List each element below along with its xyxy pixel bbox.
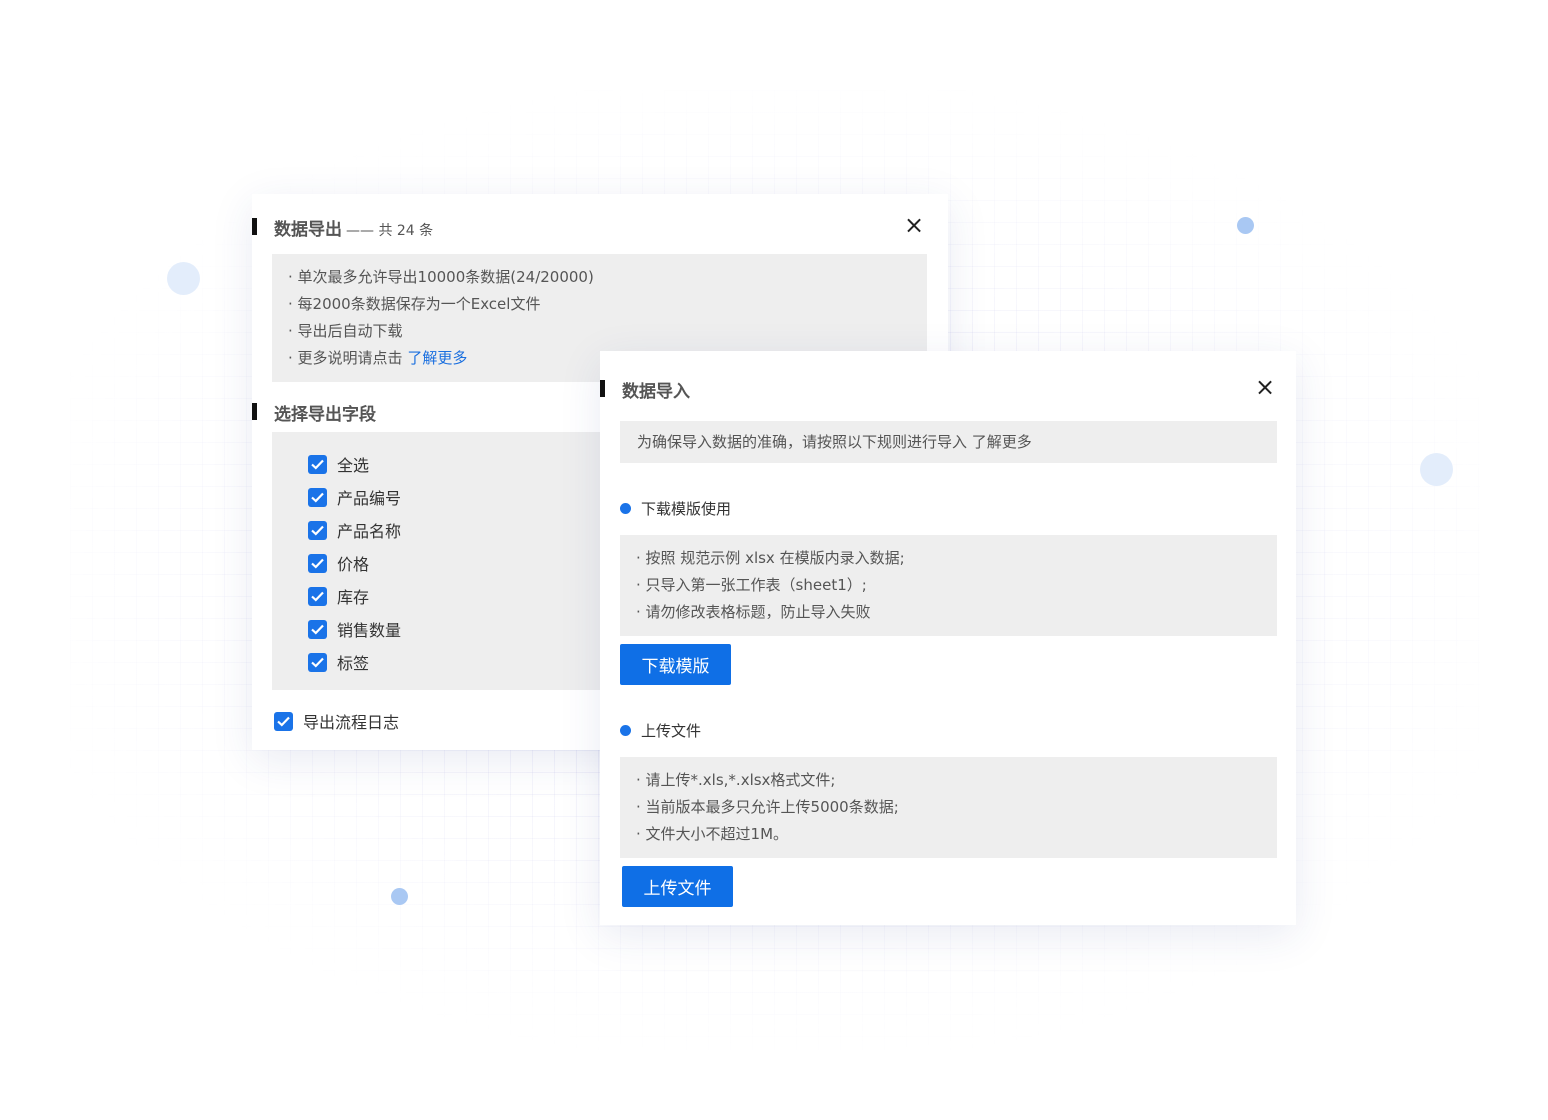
field-checkbox-product-id[interactable]: 产品编号: [308, 485, 401, 509]
upload-file-button[interactable]: 上传文件: [622, 866, 733, 907]
import-close-icon[interactable]: ×: [1254, 375, 1276, 399]
checkbox-checked-icon[interactable]: [308, 487, 327, 507]
export-note: · 每2000条数据保存为一个Excel文件: [288, 295, 541, 313]
import-dialog: 数据导入 × 为确保导入数据的准确，请按照以下规则进行导入 了解更多 下载模版使…: [600, 351, 1296, 925]
field-checkbox-select-all[interactable]: 全选: [308, 452, 369, 476]
field-checkbox-sales[interactable]: 销售数量: [308, 617, 401, 641]
fields-title-text: 选择导出字段: [274, 405, 376, 425]
decor-dot: [1237, 217, 1254, 234]
upload-section-label: 上传文件: [641, 722, 702, 740]
upload-note: · 当前版本最多只允许上传5000条数据;: [636, 798, 899, 816]
export-log-label: 导出流程日志: [303, 713, 400, 732]
field-label: 价格: [337, 555, 370, 574]
download-section-title: 下载模版使用: [620, 498, 731, 519]
bullet-dot-icon: [620, 725, 631, 736]
import-dialog-title: 数据导入: [600, 377, 690, 402]
export-close-icon[interactable]: ×: [903, 213, 925, 237]
upload-section-title: 上传文件: [620, 720, 701, 741]
field-label: 全选: [337, 456, 370, 475]
field-label: 标签: [337, 654, 370, 673]
download-section-label: 下载模版使用: [641, 500, 732, 518]
download-notes-box: · 按照 规范示例 xlsx 在模版内录入数据; · 只导入第一张工作表（she…: [620, 535, 1277, 636]
decor-dot: [391, 888, 408, 905]
export-title-text: 数据导出: [274, 220, 342, 240]
field-checkbox-price[interactable]: 价格: [308, 551, 369, 575]
export-dialog-title: 数据导出 —— 共 24 条: [252, 215, 433, 240]
checkbox-checked-icon[interactable]: [274, 711, 293, 731]
checkbox-checked-icon[interactable]: [308, 454, 327, 474]
import-intro-box: 为确保导入数据的准确，请按照以下规则进行导入 了解更多: [620, 421, 1277, 463]
field-label: 产品名称: [337, 522, 402, 541]
export-log-checkbox[interactable]: 导出流程日志: [274, 709, 399, 733]
export-note: · 导出后自动下载: [288, 322, 403, 340]
import-title-text: 数据导入: [622, 382, 690, 402]
checkbox-checked-icon[interactable]: [308, 553, 327, 573]
checkbox-checked-icon[interactable]: [308, 619, 327, 639]
field-label: 产品编号: [337, 489, 402, 508]
checkbox-checked-icon[interactable]: [308, 520, 327, 540]
export-count: —— 共 24 条: [346, 223, 434, 239]
export-note: · 单次最多允许导出10000条数据(24/20000): [288, 268, 594, 286]
download-template-button[interactable]: 下载模版: [620, 644, 731, 685]
field-checkbox-tags[interactable]: 标签: [308, 650, 369, 674]
download-note: · 按照 规范示例 xlsx 在模版内录入数据;: [636, 549, 905, 567]
upload-note: · 请上传*.xls,*.xlsx格式文件;: [636, 771, 836, 789]
download-note: · 请勿修改表格标题，防止导入失败: [636, 603, 871, 621]
fields-section-title: 选择导出字段: [252, 400, 376, 425]
decor-dot: [1420, 453, 1453, 486]
checkbox-checked-icon[interactable]: [308, 586, 327, 606]
import-intro-text: 为确保导入数据的准确，请按照以下规则进行导入 了解更多: [637, 433, 1032, 451]
learn-more-link[interactable]: 了解更多: [407, 349, 467, 367]
download-note: · 只导入第一张工作表（sheet1）;: [636, 576, 867, 594]
field-checkbox-product-name[interactable]: 产品名称: [308, 518, 401, 542]
upload-note: · 文件大小不超过1M。: [636, 825, 789, 843]
field-checkbox-stock[interactable]: 库存: [308, 584, 369, 608]
decor-dot: [167, 262, 200, 295]
checkbox-checked-icon[interactable]: [308, 652, 327, 672]
bullet-dot-icon: [620, 503, 631, 514]
upload-notes-box: · 请上传*.xls,*.xlsx格式文件; · 当前版本最多只允许上传5000…: [620, 757, 1277, 858]
export-more-prefix: · 更多说明请点击: [288, 349, 408, 367]
field-label: 库存: [337, 588, 370, 607]
field-label: 销售数量: [337, 621, 402, 640]
